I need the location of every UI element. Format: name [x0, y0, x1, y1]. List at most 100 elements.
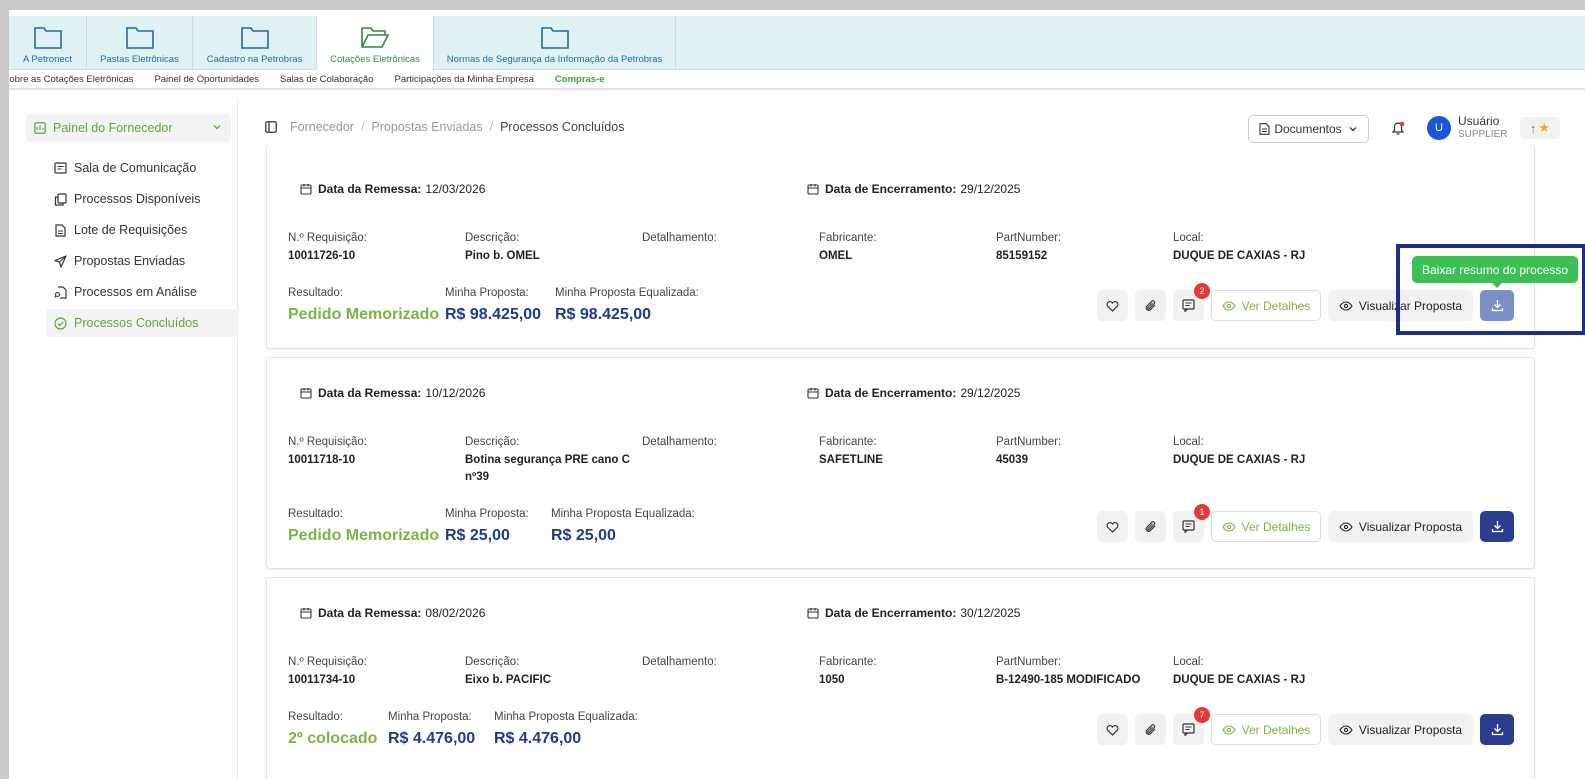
requisition-number: 10011718-10 — [288, 454, 356, 466]
tab-cadastro-petrobras[interactable]: Cadastro na Petrobras — [193, 16, 317, 70]
breadcrumb-item[interactable]: Fornecedor — [290, 120, 354, 134]
tab-label: A Petronect — [22, 54, 73, 65]
paperclip-icon — [1145, 521, 1156, 532]
favorite-button[interactable] — [1097, 290, 1128, 321]
field-label: Detalhamento: — [642, 656, 717, 668]
proposal-value: R$ 25,00 — [445, 527, 510, 544]
tab-pastas-eletronicas[interactable]: Pastas Eletrônicas — [87, 16, 193, 70]
details-button[interactable]: Ver Detalhes — [1211, 290, 1321, 321]
subnav-link[interactable]: Painel de Oportunidades — [154, 74, 259, 85]
sidebar-header[interactable]: Painel do Fornecedor — [26, 114, 231, 142]
field-label: N.º Requisição: — [288, 656, 367, 668]
attachments-button[interactable] — [1135, 511, 1166, 542]
field-label: Minha Proposta Equalizada: — [494, 711, 638, 723]
attachments-button[interactable] — [1135, 290, 1166, 321]
field-label: Descrição: — [465, 436, 520, 448]
avatar[interactable]: U — [1427, 116, 1451, 140]
sidebar-item-processos-disponiveis[interactable]: Processos Disponíveis — [46, 185, 238, 213]
equalized-proposal-value: R$ 98.425,00 — [555, 306, 652, 323]
folder-open-icon — [361, 27, 390, 48]
sidebar-item-label: Lote de Requisições — [74, 223, 188, 237]
arrow-up-icon: ↑ — [1529, 120, 1537, 136]
download-summary-button[interactable] — [1480, 511, 1514, 542]
file-text-icon — [53, 223, 67, 237]
messages-button[interactable]: 7 — [1173, 707, 1210, 745]
manufacturer-value: SAFETLINE — [819, 454, 883, 466]
view-proposal-label: Visualizar Proposta — [1358, 519, 1463, 534]
field-label: Minha Proposta: — [445, 508, 529, 520]
tab-label: Pastas Eletrônicas — [100, 54, 179, 65]
location-value: DUQUE DE CAXIAS - RJ — [1173, 250, 1306, 262]
requisition-number: 10011734-10 — [288, 674, 356, 686]
folder-icon — [240, 27, 269, 49]
paperclip-icon — [1145, 724, 1156, 735]
partnumber-value: B-12490-185 MODIFICADO — [996, 674, 1141, 686]
sidebar-item-label: Sala de Comunicação — [74, 161, 197, 175]
proposal-value: R$ 4.476,00 — [388, 730, 476, 747]
folder-icon — [33, 27, 62, 49]
subnav-link[interactable]: Compras-e — [555, 74, 605, 85]
breadcrumb-item[interactable]: Propostas Enviadas — [371, 120, 482, 134]
closing-date: Data de Encerramento: 30/12/2025 — [807, 606, 1020, 620]
sidebar-item-processos-analise[interactable]: Processos em Análise — [46, 278, 238, 306]
download-summary-button[interactable] — [1480, 714, 1514, 745]
subnav-link[interactable]: Sobre as Cotações Eletrônicas — [9, 74, 133, 85]
notification-bell-icon[interactable] — [1390, 120, 1406, 136]
shipment-date: Data da Remessa: 12/03/2026 — [300, 182, 485, 196]
manufacturer-value: 1050 — [819, 674, 845, 686]
eye-icon — [1222, 300, 1236, 311]
field-label: Detalhamento: — [642, 436, 717, 448]
file-icon — [1259, 123, 1270, 135]
sidebar-item-processos-concluidos[interactable]: Processos Concluídos — [46, 309, 238, 337]
subnav-link[interactable]: Salas de Colaboração — [280, 74, 373, 85]
dashboard-icon — [34, 122, 46, 134]
field-label: Minha Proposta: — [445, 287, 529, 299]
tab-a-petronect[interactable]: A Petronect — [9, 16, 87, 70]
breadcrumb-current: Processos Concluídos — [500, 120, 625, 134]
file-search-icon — [53, 285, 67, 299]
view-proposal-button[interactable]: Visualizar Proposta — [1328, 511, 1473, 542]
documents-dropdown[interactable]: Documentos — [1248, 115, 1369, 143]
messages-button[interactable]: 1 — [1173, 504, 1210, 542]
field-label: Resultado: — [288, 711, 343, 723]
app-window: A Petronect Pastas Eletrônicas Cadastro … — [9, 10, 1585, 779]
location-value: DUQUE DE CAXIAS - RJ — [1173, 674, 1306, 686]
focus-highlight-box — [1396, 244, 1585, 335]
copy-icon — [53, 192, 67, 206]
shipment-date: Data da Remessa: 08/02/2026 — [300, 606, 485, 620]
message-square-icon — [53, 161, 67, 175]
view-proposal-label: Visualizar Proposta — [1358, 722, 1463, 737]
sub-navigation: Sobre as Cotações Eletrônicas Painel de … — [9, 70, 1585, 90]
equalized-proposal-value: R$ 4.476,00 — [494, 730, 582, 747]
details-label: Ver Detalhes — [1241, 722, 1311, 737]
favorite-button[interactable] — [1097, 714, 1128, 745]
eye-icon — [1222, 724, 1236, 735]
tab-cotacoes-eletronicas[interactable]: Cotações Eletrônicas — [317, 16, 434, 70]
field-label: Local: — [1173, 656, 1204, 668]
tab-label: Normas de Segurança da Informação da Pet… — [446, 54, 663, 65]
status-indicators[interactable]: ↑ ★ — [1520, 117, 1560, 139]
result-value: Pedido Memorizado — [288, 306, 440, 323]
favorite-button[interactable] — [1097, 511, 1128, 542]
tab-normas-seguranca[interactable]: Normas de Segurança da Informação da Pet… — [434, 16, 676, 70]
field-label: Descrição: — [465, 232, 520, 244]
view-proposal-button[interactable]: Visualizar Proposta — [1328, 714, 1473, 745]
calendar-icon — [300, 608, 312, 619]
messages-button[interactable]: 2 — [1173, 283, 1210, 321]
calendar-icon — [300, 388, 312, 399]
sidebar-item-propostas-enviadas[interactable]: Propostas Enviadas — [46, 247, 238, 275]
sidebar-item-sala-comunicacao[interactable]: Sala de Comunicação — [46, 154, 238, 182]
description-value: Eixo b. PACIFIC — [465, 674, 552, 686]
field-label: Minha Proposta: — [388, 711, 472, 723]
subnav-link[interactable]: Participações da Minha Empresa — [395, 74, 534, 85]
details-label: Ver Detalhes — [1241, 519, 1311, 534]
sidebar-item-lote-requisicoes[interactable]: Lote de Requisições — [46, 216, 238, 244]
check-circle-icon — [53, 316, 67, 330]
details-button[interactable]: Ver Detalhes — [1211, 511, 1321, 542]
heart-icon — [1106, 724, 1119, 736]
calendar-icon — [807, 608, 819, 619]
sidebar-toggle-icon[interactable] — [265, 121, 277, 133]
details-button[interactable]: Ver Detalhes — [1211, 714, 1321, 745]
field-label: Resultado: — [288, 287, 343, 299]
attachments-button[interactable] — [1135, 714, 1166, 745]
